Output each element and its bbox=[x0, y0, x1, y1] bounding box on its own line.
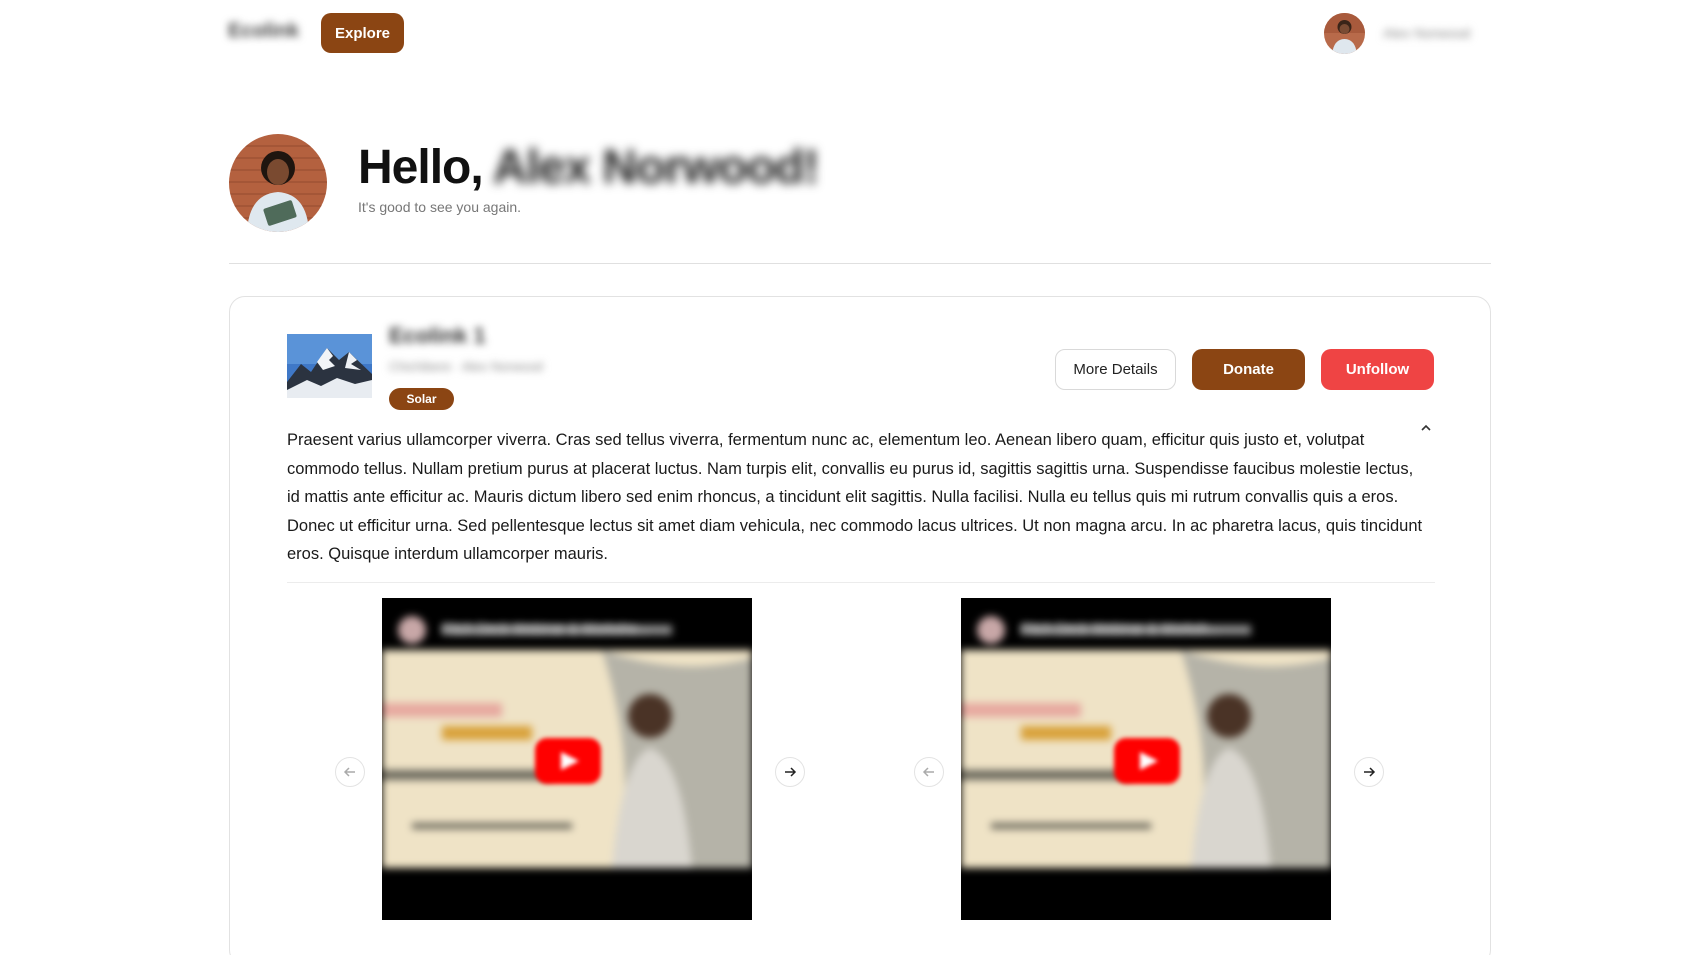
unfollow-button[interactable]: Unfollow bbox=[1321, 349, 1434, 390]
section-divider bbox=[229, 263, 1491, 264]
project-title[interactable]: Ecolink 1 bbox=[389, 323, 486, 349]
project-meta: Chichibere · Alex Norwood bbox=[389, 359, 543, 374]
arrow-right-icon[interactable] bbox=[1354, 757, 1384, 787]
video-carousel-2: Pitch Deck Webinar & Worksh... bbox=[914, 598, 1384, 920]
card-divider bbox=[287, 582, 1435, 583]
greeting-name: Alex Norwood! bbox=[492, 141, 820, 194]
top-navbar: Ecolink Explore Alex Norwood bbox=[0, 0, 1706, 66]
arrow-right-icon[interactable] bbox=[775, 757, 805, 787]
project-thumbnail[interactable] bbox=[287, 334, 372, 398]
category-tag: Solar bbox=[389, 388, 454, 410]
video-carousel-1: Pitch Deck Webinar & Worksho... bbox=[335, 598, 805, 920]
greeting-subtitle: It's good to see you again. bbox=[358, 199, 522, 215]
greeting-heading: Hello, Alex Norwood! bbox=[358, 140, 820, 195]
greeting-hello: Hello, bbox=[358, 141, 484, 194]
app-logo[interactable]: Ecolink bbox=[228, 20, 299, 43]
youtube-play-icon[interactable] bbox=[535, 738, 601, 784]
arrow-left-icon[interactable] bbox=[335, 757, 365, 787]
explore-button[interactable]: Explore bbox=[321, 13, 404, 53]
video-embed[interactable]: Pitch Deck Webinar & Worksh... bbox=[961, 598, 1331, 920]
arrow-left-icon[interactable] bbox=[914, 757, 944, 787]
donate-button[interactable]: Donate bbox=[1192, 349, 1305, 390]
youtube-play-icon[interactable] bbox=[1114, 738, 1180, 784]
video-embed[interactable]: Pitch Deck Webinar & Worksho... bbox=[382, 598, 752, 920]
project-description: Praesent varius ullamcorper viverra. Cra… bbox=[287, 431, 1423, 563]
profile-avatar bbox=[229, 134, 327, 232]
top-username[interactable]: Alex Norwood bbox=[1383, 25, 1470, 41]
video-title: Pitch Deck Webinar & Worksh... bbox=[1021, 620, 1220, 636]
video-title: Pitch Deck Webinar & Worksho... bbox=[442, 620, 649, 636]
project-card: Ecolink 1 Chichibere · Alex Norwood Sola… bbox=[229, 296, 1491, 955]
more-details-button[interactable]: More Details bbox=[1055, 349, 1176, 390]
user-avatar[interactable] bbox=[1324, 13, 1365, 54]
